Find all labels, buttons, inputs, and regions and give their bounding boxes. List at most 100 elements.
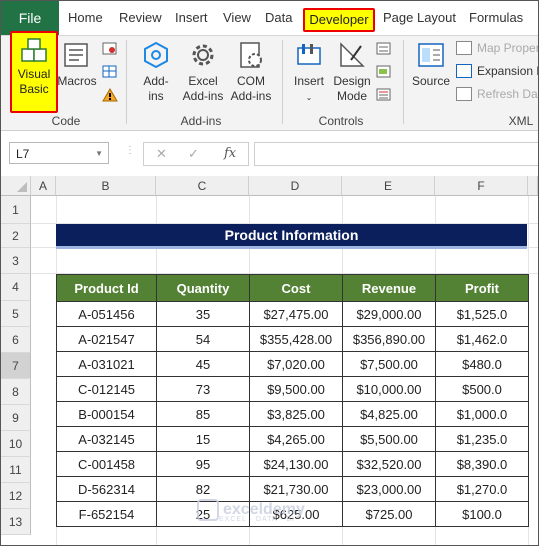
header-quantity[interactable]: Quantity: [156, 274, 250, 302]
cell-profit[interactable]: $1,270.0: [435, 476, 529, 502]
row-header-3[interactable]: 3: [1, 248, 31, 274]
tab-review[interactable]: Review: [119, 1, 162, 35]
row-header-7[interactable]: 7: [1, 353, 31, 379]
tab-insert[interactable]: Insert: [175, 1, 208, 35]
cell-quantity[interactable]: 54: [156, 326, 250, 352]
row-header-12[interactable]: 12: [1, 483, 31, 509]
row-header-5[interactable]: 5: [1, 301, 31, 327]
row-header-6[interactable]: 6: [1, 327, 31, 353]
row-header-1[interactable]: 1: [1, 196, 31, 224]
row-header-10[interactable]: 10: [1, 431, 31, 457]
tab-file[interactable]: File: [1, 1, 59, 35]
cell-quantity[interactable]: 15: [156, 426, 250, 452]
row-header-8[interactable]: 8: [1, 379, 31, 405]
cell-cost[interactable]: $4,265.00: [249, 426, 343, 452]
run-dialog-icon[interactable]: [376, 88, 392, 102]
cell-quantity[interactable]: 95: [156, 451, 250, 477]
cell-product-id[interactable]: A-051456: [56, 301, 157, 327]
cell-product-id[interactable]: C-001458: [56, 451, 157, 477]
cell-profit[interactable]: $500.0: [435, 376, 529, 402]
cell-revenue[interactable]: $32,520.00: [342, 451, 436, 477]
cell-quantity[interactable]: 45: [156, 351, 250, 377]
tab-formulas[interactable]: Formulas: [469, 1, 523, 35]
cell-product-id[interactable]: D-562314: [56, 476, 157, 502]
row-header-13[interactable]: 13: [1, 509, 31, 535]
cell-quantity[interactable]: 35: [156, 301, 250, 327]
cell-profit[interactable]: $1,000.0: [435, 401, 529, 427]
excel-addins-button[interactable]: Excel Add-ins: [179, 40, 227, 104]
cell-revenue[interactable]: $725.00: [342, 501, 436, 527]
tab-view[interactable]: View: [223, 1, 251, 35]
cell-product-id[interactable]: A-021547: [56, 326, 157, 352]
tab-page-layout[interactable]: Page Layout: [383, 1, 456, 35]
cell-profit[interactable]: $8,390.0: [435, 451, 529, 477]
record-macro-icon[interactable]: [102, 42, 118, 56]
header-profit[interactable]: Profit: [435, 274, 529, 302]
cell-product-id[interactable]: C-012145: [56, 376, 157, 402]
cell-quantity[interactable]: 85: [156, 401, 250, 427]
properties-icon[interactable]: [376, 42, 392, 56]
com-addins-button[interactable]: COM Add-ins: [227, 40, 275, 104]
cell-revenue[interactable]: $5,500.00: [342, 426, 436, 452]
cell-product-id[interactable]: B-000154: [56, 401, 157, 427]
cell-profit[interactable]: $100.0: [435, 501, 529, 527]
cell-cost[interactable]: $7,020.00: [249, 351, 343, 377]
tab-home[interactable]: Home: [68, 1, 103, 35]
column-header-f[interactable]: F: [435, 176, 528, 196]
header-product-id[interactable]: Product Id: [56, 274, 157, 302]
name-box[interactable]: L7 ▼: [9, 142, 109, 164]
cell-profit[interactable]: $1,462.0: [435, 326, 529, 352]
insert-control-button[interactable]: Insert ⌄: [289, 40, 329, 105]
column-header-b[interactable]: B: [56, 176, 156, 196]
header-cost[interactable]: Cost: [249, 274, 343, 302]
design-mode-button[interactable]: Design Mode: [331, 40, 373, 104]
drag-handle-icon[interactable]: ⋮: [125, 145, 135, 156]
cell-revenue[interactable]: $4,825.00: [342, 401, 436, 427]
cell-quantity[interactable]: 73: [156, 376, 250, 402]
column-header-g[interactable]: [528, 176, 538, 196]
insert-function-icon[interactable]: fx: [224, 146, 236, 161]
cell-cost[interactable]: $9,500.00: [249, 376, 343, 402]
cell-cost[interactable]: $21,730.00: [249, 476, 343, 502]
row-header-2[interactable]: 2: [1, 224, 31, 248]
cell-quantity[interactable]: 82: [156, 476, 250, 502]
cancel-icon[interactable]: ✕: [156, 146, 167, 162]
cell-cost[interactable]: $355,428.00: [249, 326, 343, 352]
cell-revenue[interactable]: $10,000.00: [342, 376, 436, 402]
row-header-4[interactable]: 4: [1, 274, 31, 301]
cell-revenue[interactable]: $7,500.00: [342, 351, 436, 377]
cell-profit[interactable]: $1,525.0: [435, 301, 529, 327]
macro-security-icon[interactable]: [102, 88, 118, 102]
tab-developer[interactable]: Developer: [303, 8, 375, 32]
tab-data[interactable]: Data: [265, 1, 292, 35]
cell-product-id[interactable]: F-652154: [56, 501, 157, 527]
cell-cost[interactable]: $24,130.00: [249, 451, 343, 477]
cell-product-id[interactable]: A-031021: [56, 351, 157, 377]
cell-profit[interactable]: $1,235.0: [435, 426, 529, 452]
formula-input[interactable]: [254, 142, 538, 166]
select-all-corner[interactable]: [1, 176, 31, 196]
cell-cost[interactable]: $27,475.00: [249, 301, 343, 327]
column-header-e[interactable]: E: [342, 176, 435, 196]
chevron-down-icon[interactable]: ▼: [95, 143, 103, 165]
relative-references-icon[interactable]: [102, 65, 118, 79]
cell-revenue[interactable]: $29,000.00: [342, 301, 436, 327]
map-properties-button[interactable]: Map Proper: [456, 41, 538, 55]
visual-basic-button[interactable]: Visual Basic: [10, 31, 58, 113]
cell-profit[interactable]: $480.0: [435, 351, 529, 377]
source-button[interactable]: Source: [409, 40, 453, 89]
cell-cost[interactable]: $3,825.00: [249, 401, 343, 427]
column-header-c[interactable]: C: [156, 176, 249, 196]
view-code-icon[interactable]: [376, 65, 392, 79]
refresh-data-button[interactable]: Refresh Data: [456, 87, 538, 101]
cell-product-id[interactable]: A-032145: [56, 426, 157, 452]
column-header-a[interactable]: A: [31, 176, 56, 196]
row-header-9[interactable]: 9: [1, 405, 31, 431]
addins-button[interactable]: Add- ins: [133, 40, 179, 104]
cell-revenue[interactable]: $23,000.00: [342, 476, 436, 502]
cell-revenue[interactable]: $356,890.00: [342, 326, 436, 352]
macros-button[interactable]: Macros: [57, 40, 97, 89]
header-revenue[interactable]: Revenue: [342, 274, 436, 302]
column-header-d[interactable]: D: [249, 176, 342, 196]
row-header-11[interactable]: 11: [1, 457, 31, 483]
